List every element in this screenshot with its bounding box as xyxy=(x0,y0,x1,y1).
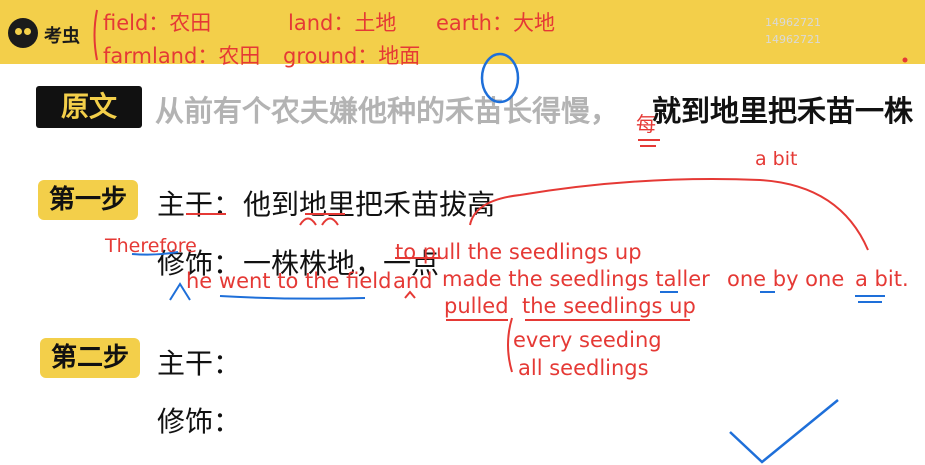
red-bracket-vocab xyxy=(93,9,98,61)
blue-circle-mark xyxy=(480,52,520,104)
blue-underline-he-went xyxy=(219,295,366,300)
red-mark-dili xyxy=(299,217,339,226)
blue-mark-a-bit xyxy=(855,295,885,303)
pen-strokes xyxy=(93,9,908,464)
red-arc xyxy=(469,178,869,251)
blue-mark-therefore xyxy=(131,251,179,256)
red-dot xyxy=(902,57,908,63)
blue-insert-caret xyxy=(169,282,191,301)
red-brace-every-all xyxy=(507,317,513,373)
red-underline-mei xyxy=(638,139,660,147)
blue-check-mark xyxy=(729,399,839,464)
red-mark-and xyxy=(404,290,416,299)
